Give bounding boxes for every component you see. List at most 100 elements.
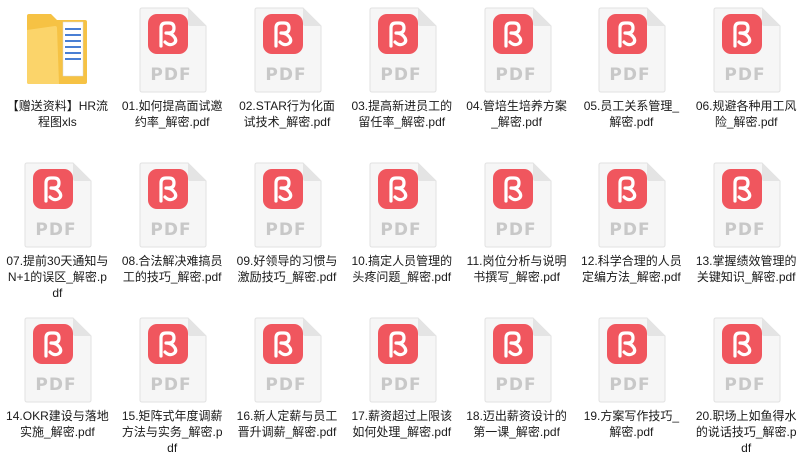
pdf-page-graphic: PDF <box>254 317 322 403</box>
pdf-page-graphic: PDF <box>484 317 552 403</box>
pdf-page-graphic: PDF <box>484 7 552 93</box>
file-grid: 【赠送资料】HR流程图xls PDF 01.如何提高面试邀约率_解密.pdf P… <box>0 0 804 468</box>
file-name-label: 12.科学合理的人员定编方法_解密.pdf <box>581 254 682 284</box>
pdf-icon: PDF <box>366 161 438 249</box>
pdf-file-item[interactable]: PDF 16.新人定薪与员工晋升调薪_解密.pdf <box>231 310 343 468</box>
pdf-icon: PDF <box>595 6 667 94</box>
pdf-file-item[interactable]: PDF 12.科学合理的人员定编方法_解密.pdf <box>575 155 687 310</box>
pdf-file-item[interactable]: PDF 09.好领导的习惯与激励技巧_解密.pdf <box>231 155 343 310</box>
folder-icon <box>21 6 93 94</box>
svg-text:PDF: PDF <box>265 65 306 85</box>
pdf-page-graphic: PDF <box>598 7 666 93</box>
pdf-page-graphic: PDF <box>369 317 437 403</box>
svg-text:PDF: PDF <box>610 65 651 85</box>
pdf-icon: PDF <box>251 161 323 249</box>
svg-text:PDF: PDF <box>380 220 421 240</box>
svg-text:PDF: PDF <box>610 375 651 395</box>
pdf-file-item[interactable]: PDF 15.矩阵式年度调薪方法与实务_解密.pdf <box>116 310 228 468</box>
pdf-icon: PDF <box>366 6 438 94</box>
pdf-page-graphic: PDF <box>139 162 207 248</box>
file-name-label: 19.方案写作技巧_解密.pdf <box>583 409 680 439</box>
pdf-icon: PDF <box>251 316 323 404</box>
svg-text:PDF: PDF <box>610 220 651 240</box>
pdf-file-item[interactable]: PDF 14.OKR建设与落地实施_解密.pdf <box>1 310 113 468</box>
folder-graphic <box>27 14 88 84</box>
svg-text:PDF: PDF <box>151 220 192 240</box>
pdf-icon: PDF <box>21 161 93 249</box>
pdf-page-graphic: PDF <box>24 317 92 403</box>
file-name-label: 10.搞定人员管理的头疼问题_解密.pdf <box>351 254 453 284</box>
pdf-icon: PDF <box>710 316 782 404</box>
pdf-file-item[interactable]: PDF 13.掌握绩效管理的关键知识_解密.pdf <box>690 155 802 310</box>
file-name-label: 14.OKR建设与落地实施_解密.pdf <box>6 409 109 439</box>
file-name-label: 17.薪资超过上限该如何处理_解密.pdf <box>351 409 453 439</box>
file-name-label: 05.员工关系管理_解密.pdf <box>583 99 680 129</box>
pdf-icon: PDF <box>481 161 553 249</box>
file-name-label: 16.新人定薪与员工晋升调薪_解密.pdf <box>236 409 338 439</box>
pdf-icon: PDF <box>710 6 782 94</box>
pdf-page-graphic: PDF <box>713 7 781 93</box>
pdf-file-item[interactable]: PDF 03.提高新进员工的留任率_解密.pdf <box>346 0 458 155</box>
svg-text:PDF: PDF <box>725 220 766 240</box>
pdf-file-item[interactable]: PDF 11.岗位分析与说明书撰写_解密.pdf <box>461 155 573 310</box>
pdf-page-graphic: PDF <box>254 162 322 248</box>
svg-text:PDF: PDF <box>725 65 766 85</box>
pdf-page-graphic: PDF <box>598 317 666 403</box>
file-name-label: 04.管培生培养方案_解密.pdf <box>466 99 567 129</box>
svg-text:PDF: PDF <box>495 220 536 240</box>
pdf-page-graphic: PDF <box>139 317 207 403</box>
pdf-file-item[interactable]: PDF 10.搞定人员管理的头疼问题_解密.pdf <box>346 155 458 310</box>
file-name-label: 08.合法解决难搞员工的技巧_解密.pdf <box>121 254 223 284</box>
folder-item[interactable]: 【赠送资料】HR流程图xls <box>1 0 113 155</box>
pdf-icon: PDF <box>366 316 438 404</box>
file-name-label: 07.提前30天通知与N+1的误区_解密.pdf <box>6 254 109 300</box>
svg-text:PDF: PDF <box>495 65 536 85</box>
pdf-file-item[interactable]: PDF 04.管培生培养方案_解密.pdf <box>461 0 573 155</box>
pdf-file-item[interactable]: PDF 06.规避各种用工风险_解密.pdf <box>690 0 802 155</box>
pdf-icon: PDF <box>595 316 667 404</box>
pdf-file-item[interactable]: PDF 20.职场上如鱼得水的说话技巧_解密.pdf <box>690 310 802 468</box>
svg-text:PDF: PDF <box>495 375 536 395</box>
file-name-label: 11.岗位分析与说明书撰写_解密.pdf <box>466 254 567 284</box>
file-name-label: 【赠送资料】HR流程图xls <box>6 99 109 129</box>
file-name-label: 09.好领导的习惯与激励技巧_解密.pdf <box>236 254 338 284</box>
pdf-icon: PDF <box>481 6 553 94</box>
pdf-file-item[interactable]: PDF 08.合法解决难搞员工的技巧_解密.pdf <box>116 155 228 310</box>
pdf-page-graphic: PDF <box>713 162 781 248</box>
file-name-label: 03.提高新进员工的留任率_解密.pdf <box>351 99 453 129</box>
file-name-label: 02.STAR行为化面试技术_解密.pdf <box>239 99 335 129</box>
svg-text:PDF: PDF <box>36 220 77 240</box>
pdf-page-graphic: PDF <box>254 7 322 93</box>
pdf-file-item[interactable]: PDF 02.STAR行为化面试技术_解密.pdf <box>231 0 343 155</box>
svg-text:PDF: PDF <box>380 375 421 395</box>
pdf-icon: PDF <box>481 316 553 404</box>
pdf-page-graphic: PDF <box>598 162 666 248</box>
pdf-page-graphic: PDF <box>139 7 207 93</box>
file-name-label: 15.矩阵式年度调薪方法与实务_解密.pdf <box>121 409 223 455</box>
svg-text:PDF: PDF <box>725 375 766 395</box>
pdf-icon: PDF <box>710 161 782 249</box>
pdf-file-item[interactable]: PDF 01.如何提高面试邀约率_解密.pdf <box>116 0 228 155</box>
file-name-label: 13.掌握绩效管理的关键知识_解密.pdf <box>695 254 797 284</box>
svg-text:PDF: PDF <box>265 220 306 240</box>
svg-text:PDF: PDF <box>36 375 77 395</box>
pdf-page-graphic: PDF <box>369 162 437 248</box>
file-name-label: 06.规避各种用工风险_解密.pdf <box>695 99 797 129</box>
file-name-label: 20.职场上如鱼得水的说话技巧_解密.pdf <box>695 409 797 455</box>
pdf-file-item[interactable]: PDF 18.迈出薪资设计的第一课_解密.pdf <box>461 310 573 468</box>
pdf-icon: PDF <box>21 316 93 404</box>
pdf-file-item[interactable]: PDF 19.方案写作技巧_解密.pdf <box>575 310 687 468</box>
file-name-label: 01.如何提高面试邀约率_解密.pdf <box>121 99 223 129</box>
svg-text:PDF: PDF <box>151 65 192 85</box>
file-name-label: 18.迈出薪资设计的第一课_解密.pdf <box>466 409 567 439</box>
svg-text:PDF: PDF <box>265 375 306 395</box>
svg-text:PDF: PDF <box>380 65 421 85</box>
pdf-icon: PDF <box>251 6 323 94</box>
pdf-page-graphic: PDF <box>484 162 552 248</box>
pdf-page-graphic: PDF <box>369 7 437 93</box>
pdf-icon: PDF <box>136 6 208 94</box>
pdf-file-item[interactable]: PDF 17.薪资超过上限该如何处理_解密.pdf <box>346 310 458 468</box>
pdf-file-item[interactable]: PDF 05.员工关系管理_解密.pdf <box>575 0 687 155</box>
svg-text:PDF: PDF <box>151 375 192 395</box>
pdf-file-item[interactable]: PDF 07.提前30天通知与N+1的误区_解密.pdf <box>1 155 113 310</box>
